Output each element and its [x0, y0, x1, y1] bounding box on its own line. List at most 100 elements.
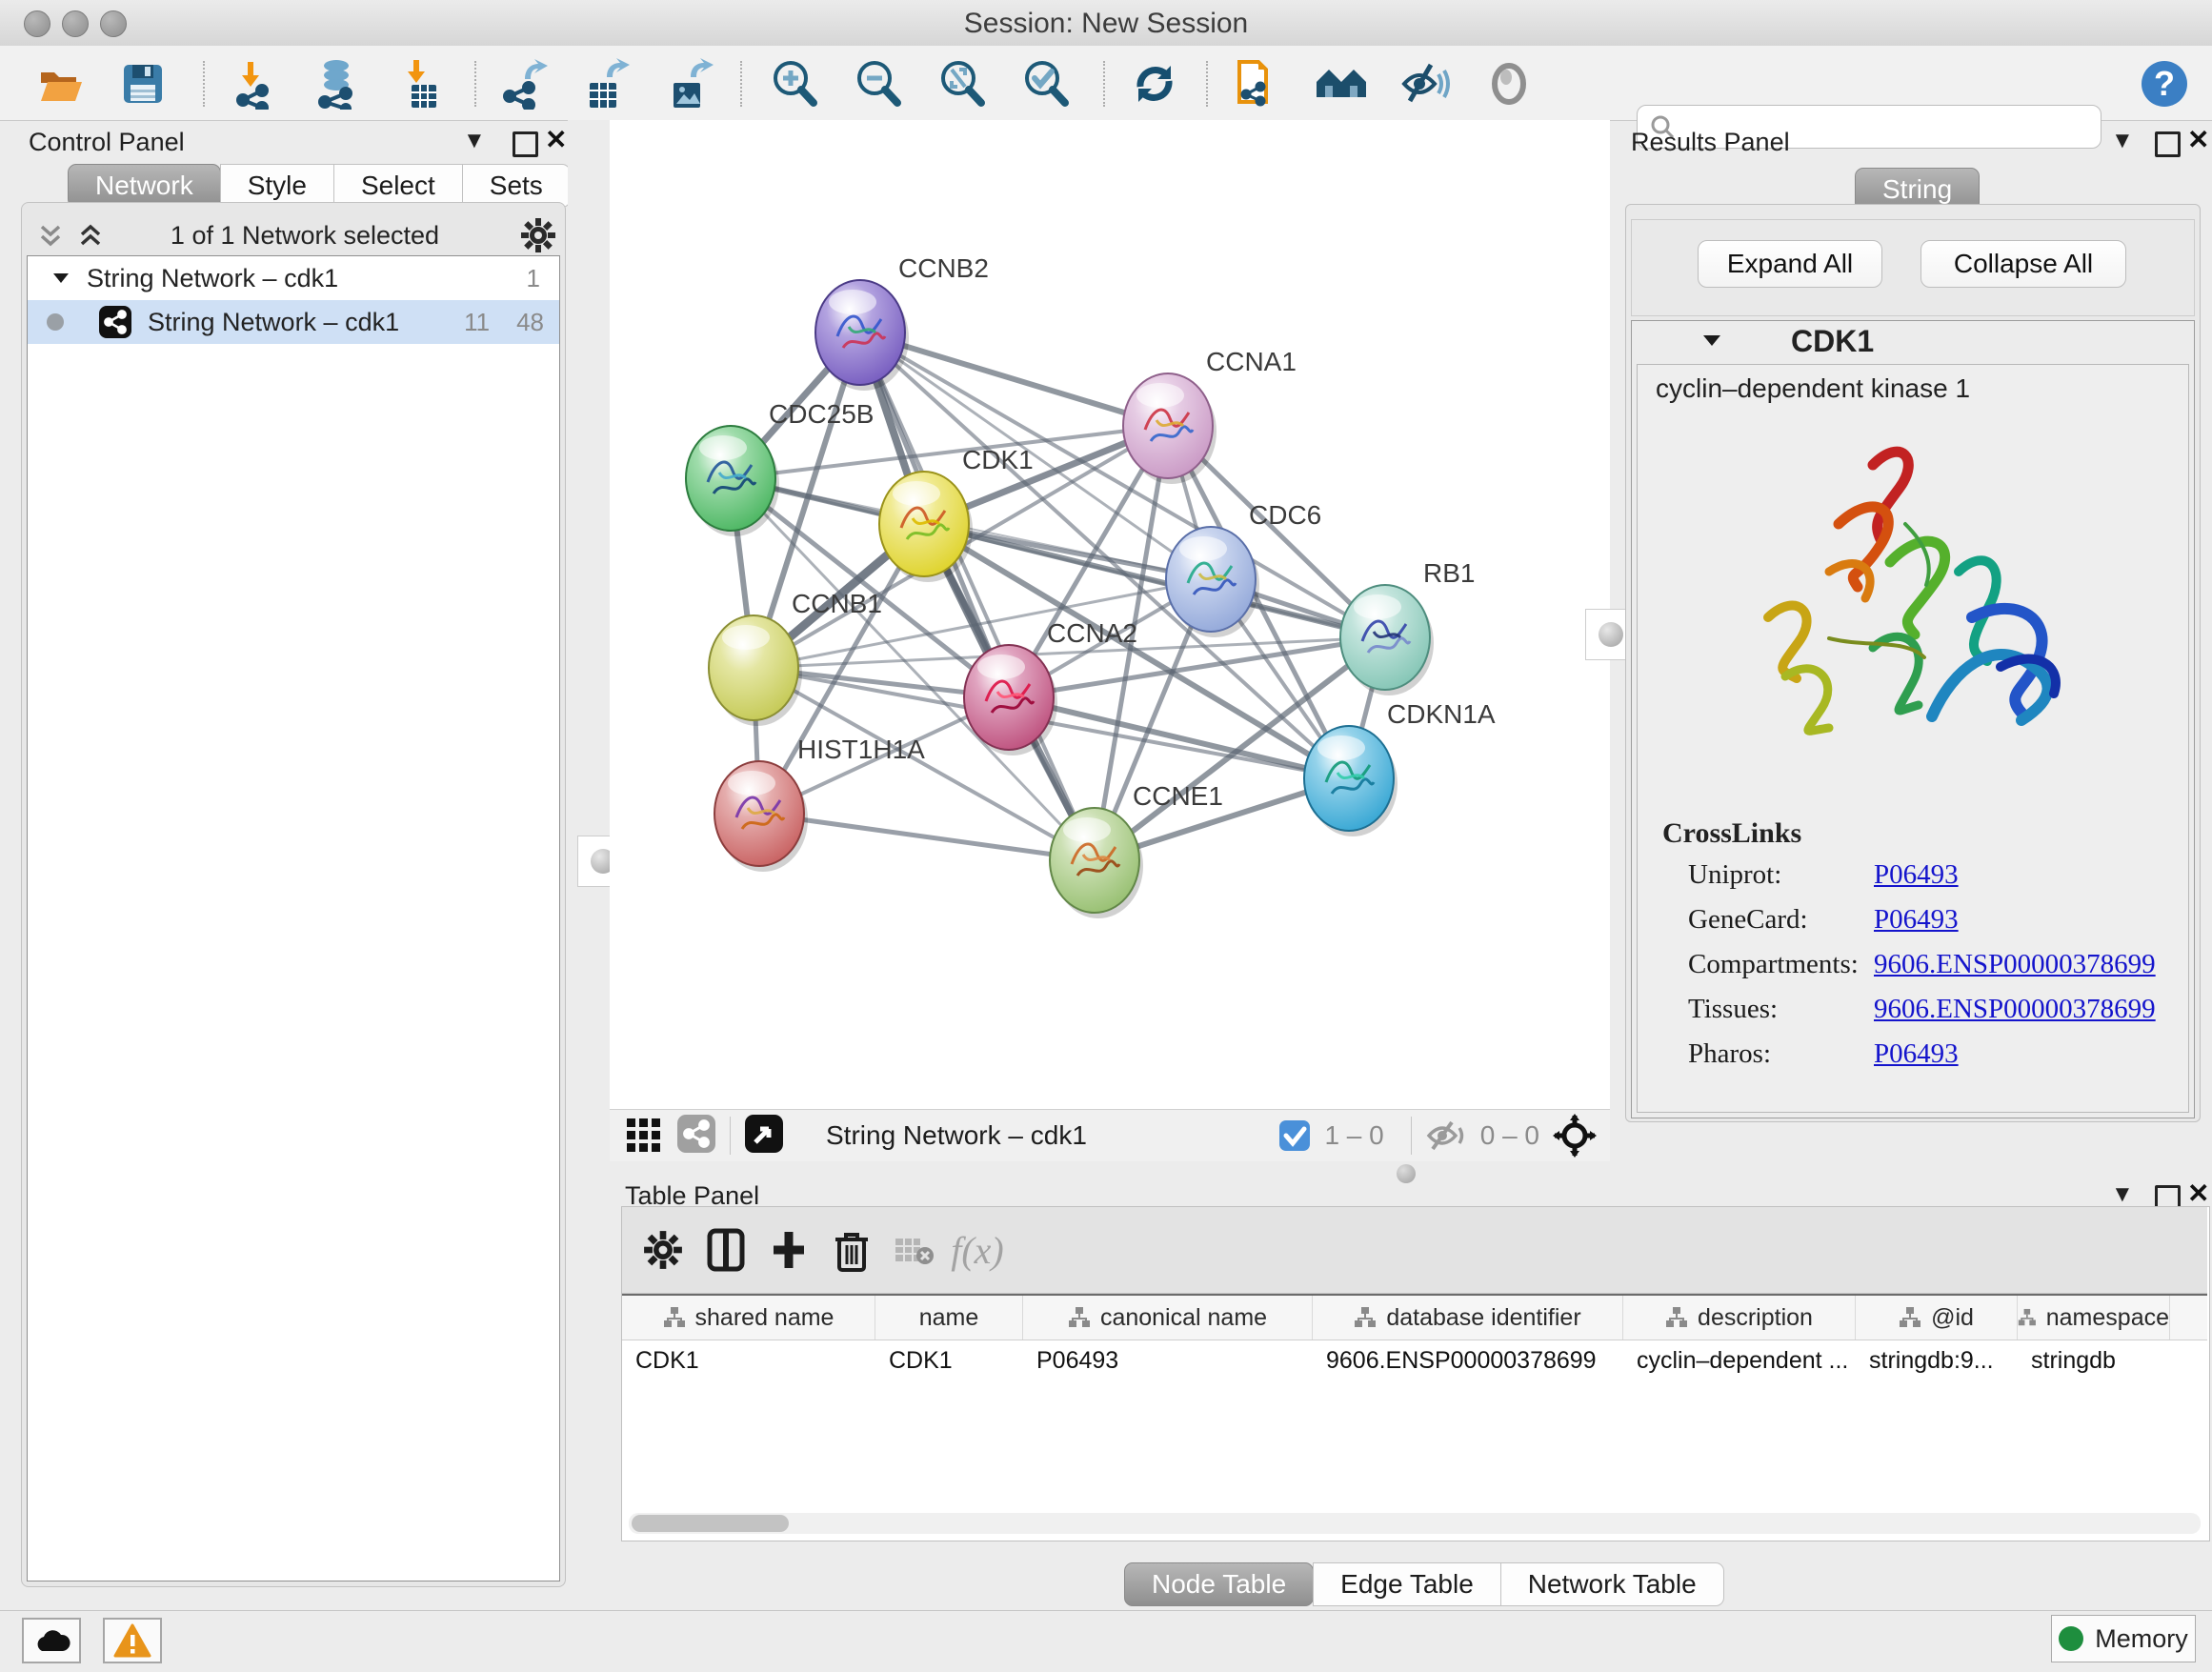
table-cell[interactable]: cyclin–dependent ...: [1623, 1340, 1856, 1381]
expand-all-networks-button[interactable]: [76, 221, 105, 254]
table-cell[interactable]: CDK1: [875, 1340, 1023, 1381]
network-panel-options-button[interactable]: [520, 217, 556, 258]
string-home-button[interactable]: [1315, 57, 1368, 111]
crosslink-link[interactable]: 9606.ENSP00000378699: [1874, 994, 2156, 1025]
add-column-button[interactable]: [757, 1221, 820, 1279]
main-toolbar: ?: [0, 46, 2212, 121]
save-floppy-icon: [119, 60, 167, 108]
column-header-database-identifier[interactable]: database identifier: [1313, 1296, 1623, 1340]
column-header-@id[interactable]: @id: [1856, 1296, 2018, 1340]
help-button[interactable]: ?: [2138, 57, 2191, 111]
control-panel-close-icon[interactable]: ✕: [545, 124, 567, 155]
import-network-database-button[interactable]: [311, 57, 364, 111]
table-panel-close-icon[interactable]: ✕: [2187, 1178, 2209, 1209]
export-network-icon: [498, 58, 550, 110]
zoom-in-button[interactable]: [768, 57, 821, 111]
network-node-hist1h1a[interactable]: HIST1H1A: [714, 735, 925, 872]
collapse-all-button[interactable]: Collapse All: [1920, 240, 2126, 288]
show-columns-button[interactable]: [694, 1221, 757, 1279]
export-image-button[interactable]: [663, 57, 716, 111]
results-panel-close-icon[interactable]: ✕: [2187, 124, 2209, 155]
help-icon: ?: [2140, 59, 2189, 109]
table-horizontal-scrollbar[interactable]: [629, 1513, 2201, 1534]
column-header-label: @id: [1931, 1304, 1974, 1332]
column-header-description[interactable]: description: [1623, 1296, 1856, 1340]
network-tree-row-selected[interactable]: String Network – cdk1 11 48: [28, 300, 559, 344]
column-header-namespace[interactable]: namespace: [2018, 1296, 2170, 1340]
crosslink-link[interactable]: P06493: [1874, 904, 1959, 936]
expand-all-button[interactable]: Expand All: [1698, 240, 1882, 288]
table-cell[interactable]: stringdb: [2018, 1340, 2170, 1381]
table-panel-menu-icon[interactable]: ▼: [2111, 1181, 2134, 1208]
column-header-label: namespace: [2046, 1304, 2169, 1332]
birdseye-view-button[interactable]: [744, 1114, 784, 1158]
node-label-rb1: RB1: [1423, 558, 1475, 588]
network-tree-root-row[interactable]: String Network – cdk1 1: [28, 256, 559, 300]
node-label-hist1h1a: HIST1H1A: [797, 735, 925, 764]
table-cell[interactable]: P06493: [1023, 1340, 1313, 1381]
zoom-fit-button[interactable]: [935, 57, 989, 111]
table-cell[interactable]: 9606.ENSP00000378699: [1313, 1340, 1623, 1381]
open-session-button[interactable]: [34, 57, 88, 111]
network-node-ccne1[interactable]: CCNE1: [1050, 781, 1223, 918]
network-node-cdkn1a[interactable]: CDKN1A: [1304, 699, 1496, 836]
selected-checkbox-icon[interactable]: [1278, 1119, 1311, 1152]
table-tab-edge-table[interactable]: Edge Table: [1313, 1562, 1501, 1606]
import-table-button[interactable]: [395, 57, 449, 111]
protein-collapse-button[interactable]: [1699, 328, 1724, 357]
zoom-out-icon: [852, 57, 905, 111]
crosslink-link[interactable]: P06493: [1874, 859, 1959, 891]
warnings-status-button[interactable]: [103, 1618, 162, 1663]
split-columns-icon: [707, 1228, 745, 1272]
table-cell[interactable]: stringdb:9...: [1856, 1340, 2018, 1381]
column-header-canonical-name[interactable]: canonical name: [1023, 1296, 1313, 1340]
column-header-shared-name[interactable]: shared name: [622, 1296, 875, 1340]
results-panel-float-icon[interactable]: [2155, 131, 2181, 157]
function-builder-button-disabled: f(x): [946, 1221, 1009, 1279]
fit-crosshair-icon[interactable]: [1553, 1114, 1597, 1158]
toolbar-separator: [203, 61, 205, 107]
table-tab-node-table[interactable]: Node Table: [1124, 1562, 1314, 1606]
control-panel-float-icon[interactable]: [513, 131, 538, 157]
double-chevron-up-icon: [76, 221, 105, 250]
memory-button[interactable]: Memory: [2051, 1615, 2196, 1662]
zoom-selected-button[interactable]: [1019, 57, 1073, 111]
zoom-out-button[interactable]: [852, 57, 905, 111]
column-header-name[interactable]: name: [875, 1296, 1023, 1340]
export-table-button[interactable]: [579, 57, 633, 111]
column-attribute-icon: [2018, 1306, 2037, 1329]
collapse-all-networks-button[interactable]: [36, 221, 65, 254]
export-network-button[interactable]: [497, 57, 551, 111]
table-row[interactable]: CDK1CDK1P064939606.ENSP00000378699cyclin…: [622, 1340, 2207, 1381]
clone-network-button[interactable]: [1231, 57, 1284, 111]
grid-view-button[interactable]: [625, 1115, 663, 1158]
column-attribute-icon: [1665, 1306, 1688, 1329]
horizontal-splitter-handle[interactable]: [1397, 1164, 1416, 1183]
import-network-file-button[interactable]: [229, 57, 282, 111]
control-panel-menu-icon[interactable]: ▼: [463, 128, 486, 154]
inspect-button[interactable]: [1482, 57, 1536, 111]
current-network-name: String Network – cdk1: [826, 1120, 1087, 1151]
table-tab-network-table[interactable]: Network Table: [1500, 1562, 1724, 1606]
cloud-status-button[interactable]: [22, 1618, 81, 1663]
refresh-button[interactable]: [1128, 57, 1181, 111]
save-session-button[interactable]: [116, 57, 170, 111]
network-graph[interactable]: CCNB2CCNA1CDC25BCDK1CDC6RB1CCNB1CCNA2CDK…: [610, 120, 1610, 1109]
svg-text:?: ?: [2154, 64, 2175, 103]
tree-expander-icon[interactable]: [50, 268, 71, 289]
hide-panels-button[interactable]: [1398, 57, 1452, 111]
network-node-ccnb1[interactable]: CCNB1: [709, 589, 882, 726]
results-panel-title: Results Panel: [1631, 128, 1790, 157]
network-node-rb1[interactable]: RB1: [1340, 558, 1475, 695]
crosslink-link[interactable]: 9606.ENSP00000378699: [1874, 949, 2156, 980]
results-panel-menu-icon[interactable]: ▼: [2111, 128, 2134, 154]
crosslink-label: Uniprot:: [1688, 859, 1874, 891]
delete-table-icon: [894, 1233, 935, 1267]
table-cell[interactable]: CDK1: [622, 1340, 875, 1381]
delete-column-button[interactable]: [820, 1221, 883, 1279]
hidden-eye-icon[interactable]: [1425, 1118, 1467, 1153]
table-settings-button[interactable]: [632, 1221, 694, 1279]
network-share-view-button[interactable]: [676, 1114, 716, 1158]
crosslink-link[interactable]: P06493: [1874, 1038, 1959, 1070]
table-scrollbar-thumb[interactable]: [632, 1515, 789, 1532]
